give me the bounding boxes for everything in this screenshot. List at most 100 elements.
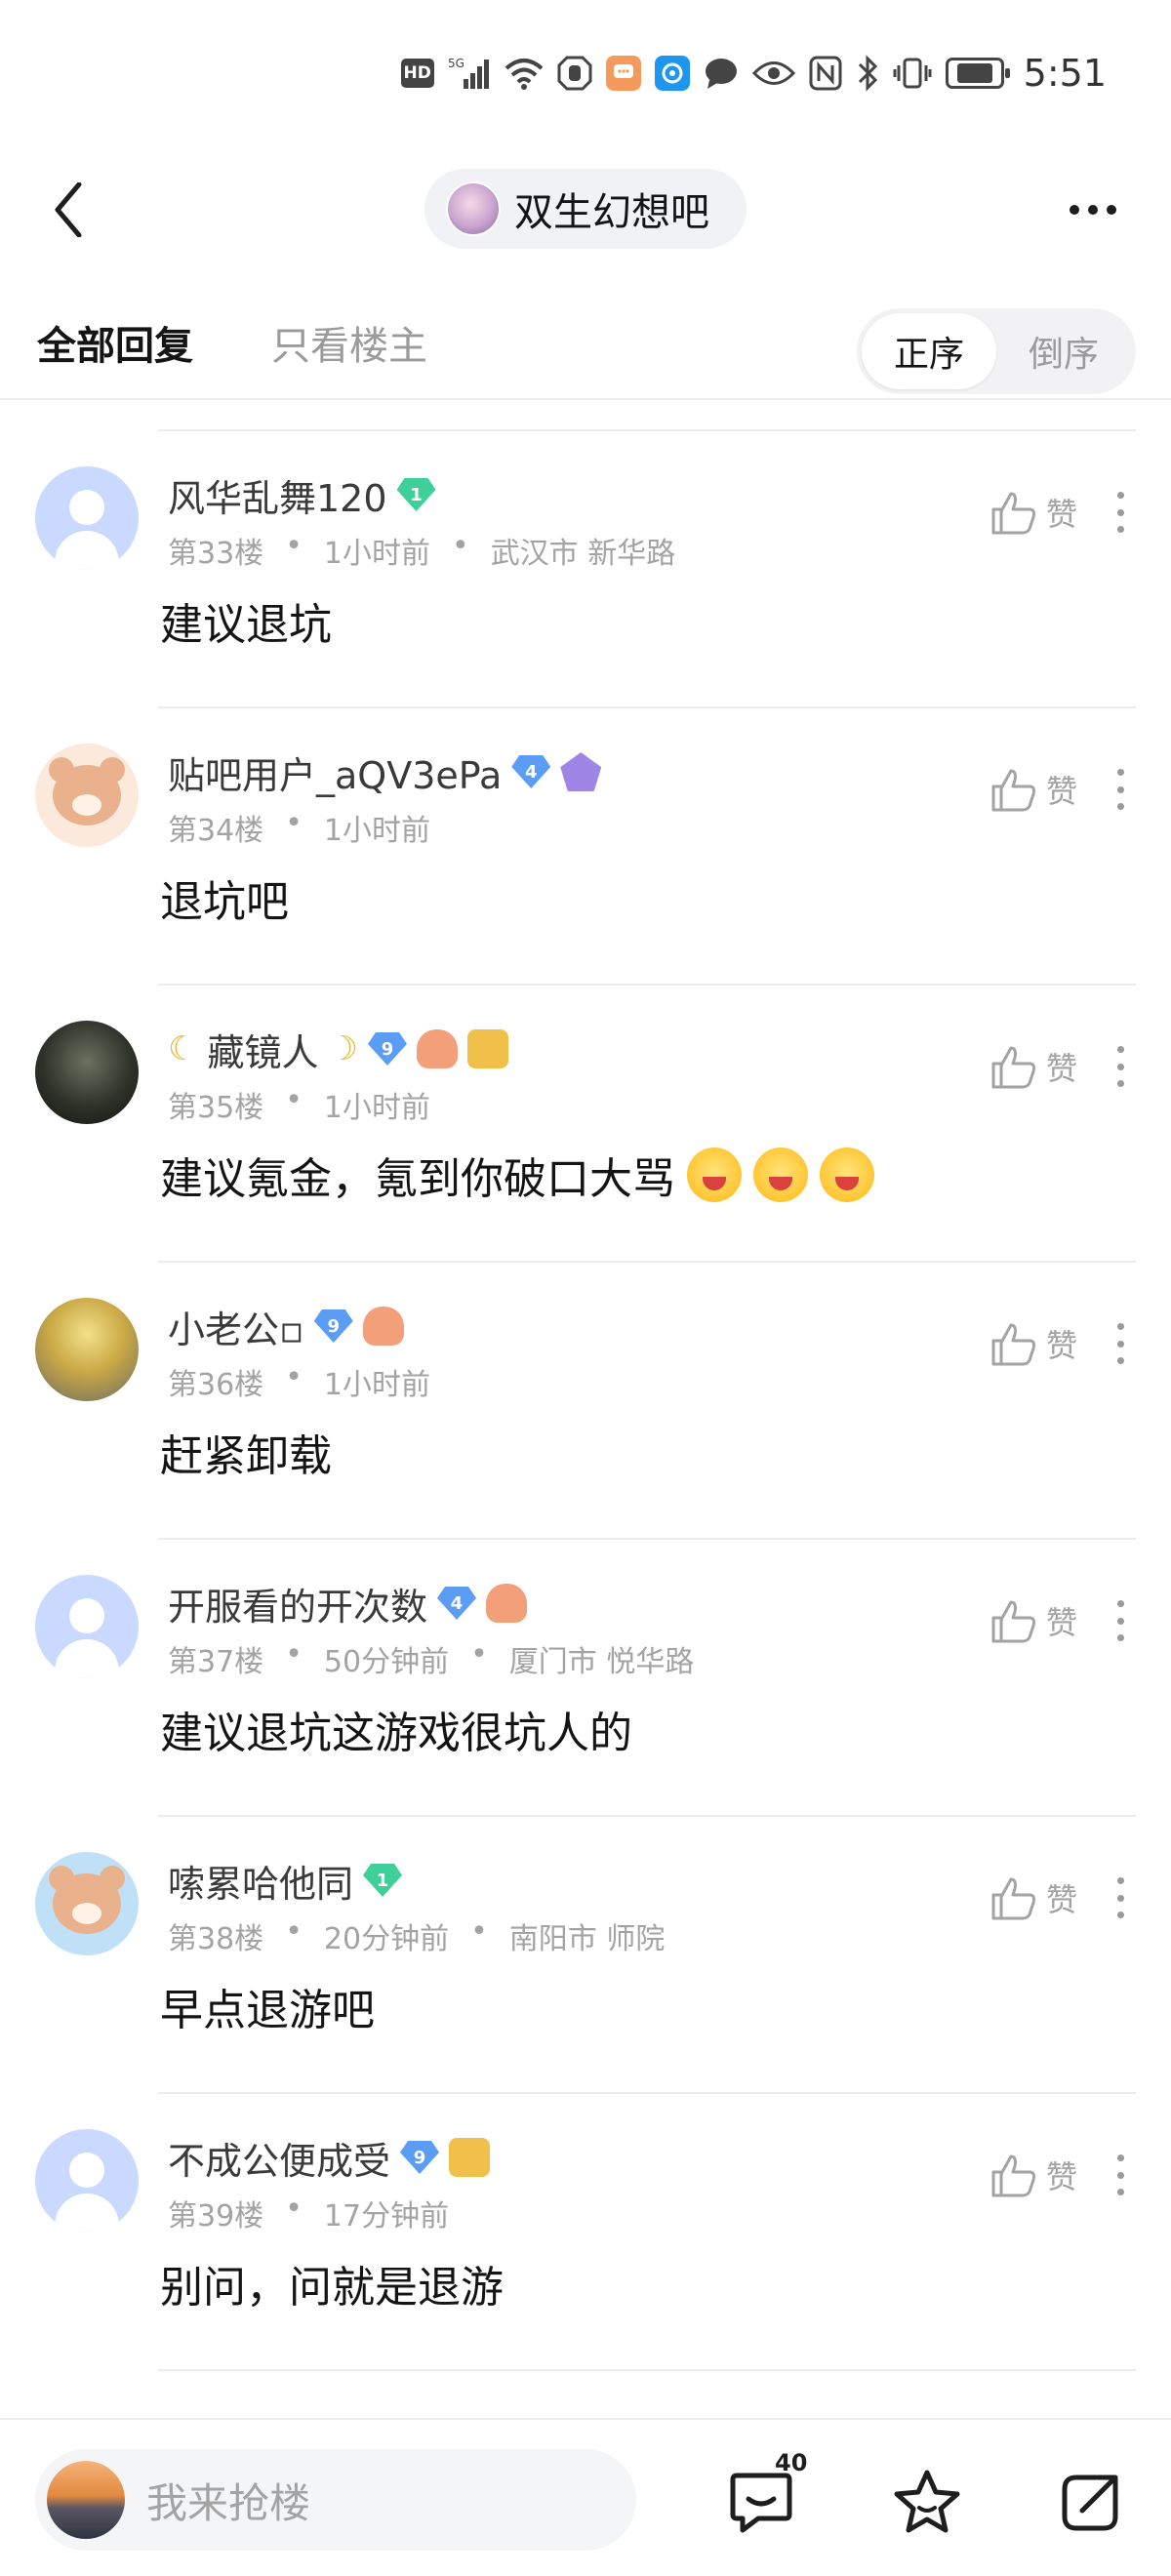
reply-time: 1小时前 <box>323 1368 430 1402</box>
like-button[interactable]: 赞 <box>989 765 1077 814</box>
like-label: 赞 <box>1045 496 1077 533</box>
reply-time: 1小时前 <box>323 537 430 571</box>
laughing-emoji-icon <box>753 1147 808 1202</box>
reply-more-button[interactable] <box>1103 1319 1138 1368</box>
reply-more-button[interactable] <box>1103 1873 1138 1922</box>
level-badge: 9 <box>313 1309 353 1343</box>
reply-item[interactable]: 嗦累哈他同 1 第38楼 • 20分钟前 • 南阳市 师院 赞 早点退游吧 <box>0 1817 1171 2094</box>
chat-bubble-icon <box>704 57 739 90</box>
like-button[interactable]: 赞 <box>989 1873 1077 1922</box>
username[interactable]: 小老公▫ <box>168 1300 304 1353</box>
avatar[interactable] <box>35 1298 139 1401</box>
avatar[interactable] <box>35 2129 139 2233</box>
like-button[interactable]: 赞 <box>989 1596 1077 1645</box>
floor-number: 第38楼 <box>168 1922 264 1956</box>
forum-pill[interactable]: 双生幻想吧 <box>424 169 747 249</box>
reply-more-button[interactable] <box>1103 1042 1138 1091</box>
vibrate-icon <box>893 56 932 91</box>
username[interactable]: 不成公便成受 <box>168 2131 390 2185</box>
hand-stop-icon <box>557 56 592 91</box>
reply-meta: 第33楼 • 1小时前 • 武汉市 新华路 <box>168 529 676 571</box>
like-button[interactable]: 赞 <box>989 488 1077 537</box>
crescent-moon-icon: ☾ <box>168 1029 198 1068</box>
reply-item[interactable]: 贴吧用户_aQV3ePa 4 第34楼 • 1小时前 赞 退坑吧 <box>0 708 1171 986</box>
reply-meta: 第36楼 • 1小时前 <box>168 1360 430 1402</box>
reply-more-button[interactable] <box>1103 1596 1138 1645</box>
avatar[interactable] <box>35 466 139 570</box>
reply-text: 建议退坑这游戏很坑人的 <box>160 1709 632 1758</box>
like-button[interactable]: 赞 <box>989 2151 1077 2199</box>
battery-icon <box>945 58 1010 89</box>
avatar[interactable] <box>35 744 139 847</box>
more-vertical-icon <box>1116 1600 1124 1607</box>
laughing-emoji-icon <box>687 1147 742 1202</box>
reply-text: 建议氪金，氪到你破口大骂 <box>160 1154 675 1204</box>
wifi-icon <box>505 57 544 90</box>
favorite-button[interactable] <box>888 2463 966 2541</box>
chevron-left-icon <box>55 182 82 237</box>
gamepad-medal-icon <box>486 1584 528 1623</box>
sort-descending-button[interactable]: 倒序 <box>996 313 1131 389</box>
reply-item[interactable]: 风华乱舞120 1 第33楼 • 1小时前 • 武汉市 新华路 赞 建议退坑 <box>0 431 1171 708</box>
like-label: 赞 <box>1045 773 1077 810</box>
reply-content: 别问，问就是退游 <box>160 2252 504 2314</box>
reply-item[interactable]: 开服看的开次数 4 第37楼 • 50分钟前 • 厦门市 悦华路 赞 建议退坑这游戏… <box>0 1540 1171 1817</box>
reply-meta: 第34楼 • 1小时前 <box>168 806 430 848</box>
reply-more-button[interactable] <box>1103 2151 1138 2199</box>
username[interactable]: 藏镜人 <box>207 1023 318 1076</box>
tab-all-replies[interactable]: 全部回复 <box>37 314 193 371</box>
more-options-button[interactable] <box>1054 181 1132 239</box>
floor-number: 第34楼 <box>168 814 264 848</box>
reply-text: 早点退游吧 <box>160 1986 375 2035</box>
reply-content: 建议退坑这游戏很坑人的 <box>160 1698 632 1760</box>
reply-item[interactable]: 小老公▫ 9 第36楼 • 1小时前 赞 赶紧卸载 <box>0 1263 1171 1540</box>
forum-avatar <box>446 181 501 236</box>
username[interactable]: 贴吧用户_aQV3ePa <box>168 745 502 799</box>
more-vertical-icon <box>1116 1877 1124 1884</box>
message-app-icon <box>605 56 641 91</box>
status-bar: HD 5G 5:51 <box>0 0 1171 146</box>
reply-time: 50分钟前 <box>323 1645 450 1679</box>
star-medal-icon <box>466 1029 508 1068</box>
avatar[interactable] <box>35 1021 139 1124</box>
floor-number: 第33楼 <box>168 537 264 571</box>
username[interactable]: 开服看的开次数 <box>168 1577 427 1630</box>
battery-level-fill <box>956 63 992 83</box>
username[interactable]: 嗦累哈他同 <box>168 1854 353 1908</box>
more-vertical-icon <box>1116 1046 1124 1053</box>
level-badge: 1 <box>396 478 436 511</box>
like-button[interactable]: 赞 <box>989 1042 1077 1091</box>
reply-input[interactable]: 我来抢楼 <box>35 2449 636 2551</box>
level-badge: 4 <box>511 755 551 788</box>
share-button[interactable] <box>1052 2463 1130 2541</box>
eye-icon <box>751 59 795 88</box>
comment-icon <box>730 2473 792 2533</box>
avatar[interactable] <box>35 1852 139 1955</box>
nfc-icon <box>809 56 842 91</box>
more-vertical-icon <box>1116 769 1124 776</box>
level-badge: 9 <box>400 2141 440 2174</box>
like-button[interactable]: 赞 <box>989 1319 1077 1368</box>
more-vertical-icon <box>1116 2154 1124 2161</box>
back-button[interactable] <box>39 181 98 239</box>
reply-more-button[interactable] <box>1103 765 1138 814</box>
username[interactable]: 风华乱舞120 <box>168 468 387 522</box>
reply-more-button[interactable] <box>1103 488 1138 537</box>
sort-ascending-button[interactable]: 正序 <box>862 313 996 389</box>
avatar[interactable] <box>35 1575 139 1678</box>
reply-time: 20分钟前 <box>323 1922 450 1956</box>
reply-item[interactable]: 不成公便成受 9 第39楼 • 17分钟前 赞 别问，问就是退游 <box>0 2094 1171 2371</box>
reply-content: 早点退游吧 <box>160 1975 375 2037</box>
tab-op-only[interactable]: 只看楼主 <box>271 314 427 371</box>
crescent-moon-icon: ☽ <box>328 1029 358 1068</box>
reply-item[interactable]: ☾ 藏镜人 ☽ 9 第35楼 • 1小时前 赞 建议氪金，氪到你破口大骂 <box>0 986 1171 1263</box>
floor-number: 第35楼 <box>168 1091 264 1125</box>
rank-medal-icon <box>560 752 602 791</box>
reply-location: 武汉市 新华路 <box>490 537 676 571</box>
forum-name: 双生幻想吧 <box>514 190 709 235</box>
reply-content: 建议氪金，氪到你破口大骂 <box>160 1144 874 1206</box>
reply-location: 厦门市 悦华路 <box>508 1645 695 1679</box>
status-time: 5:51 <box>1023 52 1107 95</box>
thumbs-up-icon <box>991 1323 1036 1366</box>
hd-icon: HD <box>400 59 434 88</box>
